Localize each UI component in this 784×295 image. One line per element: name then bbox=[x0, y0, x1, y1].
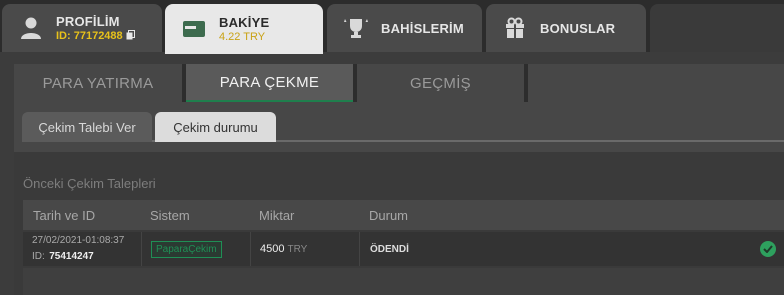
row-system-badge: PaparaÇekim bbox=[151, 240, 222, 258]
tab-deposit[interactable]: PARA YATIRMA bbox=[14, 64, 182, 102]
tab-bets[interactable]: BAHİSLERİM bbox=[327, 4, 482, 52]
profile-id: ID: 77172488 bbox=[56, 30, 123, 42]
tab-withdraw[interactable]: PARA ÇEKME bbox=[186, 64, 353, 102]
row-id-label: ID: bbox=[32, 250, 45, 262]
main-panel: PARA YATIRMA PARA ÇEKME GEÇMİŞ Çekim Tal… bbox=[14, 64, 784, 295]
check-circle-icon bbox=[760, 241, 776, 257]
table-empty-row bbox=[23, 268, 784, 295]
row-amount: 4500 bbox=[260, 243, 285, 255]
user-icon bbox=[16, 13, 46, 43]
trophy-icon bbox=[341, 13, 371, 43]
tab-withdrawal-status[interactable]: Çekim durumu bbox=[155, 112, 276, 142]
withdraw-tabs: PARA YATIRMA PARA ÇEKME GEÇMİŞ bbox=[14, 64, 784, 102]
balance-amount: 4.22 TRY bbox=[219, 31, 266, 43]
tab-more bbox=[650, 4, 784, 52]
copy-icon[interactable] bbox=[126, 29, 135, 43]
withdraw-inner-tabs: Çekim Talebi Ver Çekim durumu bbox=[22, 112, 784, 142]
tab-balance[interactable]: BAKİYE 4.22 TRY bbox=[165, 4, 323, 54]
section-title: Önceki Çekim Talepleri bbox=[23, 176, 156, 191]
wallet-icon bbox=[179, 14, 209, 44]
withdrawals-table: Tarih ve ID Sistem Miktar Durum 27/02/20… bbox=[23, 200, 784, 295]
profile-title: PROFİLİM bbox=[56, 13, 120, 29]
table-row[interactable]: 27/02/2021-01:08:37 ID: 75414247 PaparaÇ… bbox=[23, 232, 784, 266]
bonuses-title: BONUSLAR bbox=[540, 20, 616, 36]
row-id: 75414247 bbox=[49, 250, 94, 262]
account-top-tabs: PROFİLİM ID: 77172488 BAKİYE 4.22 TRY BA… bbox=[0, 0, 784, 54]
row-currency: TRY bbox=[287, 243, 308, 255]
divider bbox=[14, 152, 784, 166]
gift-icon bbox=[500, 13, 530, 43]
col-date-id: Tarih ve ID bbox=[33, 207, 96, 223]
col-status: Durum bbox=[369, 207, 409, 223]
tab-request-withdrawal[interactable]: Çekim Talebi Ver bbox=[22, 112, 152, 142]
row-status: ÖDENDİ bbox=[370, 243, 409, 255]
tab-empty bbox=[528, 64, 784, 102]
balance-title: BAKİYE bbox=[219, 15, 270, 30]
previous-withdrawals-section: Önceki Çekim Talepleri Tarih ve ID Siste… bbox=[14, 166, 784, 295]
bets-title: BAHİSLERİM bbox=[381, 20, 464, 36]
tab-bonuses[interactable]: BONUSLAR bbox=[486, 4, 646, 52]
row-date: 27/02/2021-01:08:37 bbox=[32, 234, 125, 246]
tab-history[interactable]: GEÇMİŞ bbox=[357, 64, 524, 102]
table-header: Tarih ve ID Sistem Miktar Durum bbox=[23, 200, 784, 230]
tab-profile[interactable]: PROFİLİM ID: 77172488 bbox=[2, 4, 162, 52]
col-system: Sistem bbox=[150, 207, 190, 223]
col-amount: Miktar bbox=[259, 207, 295, 223]
